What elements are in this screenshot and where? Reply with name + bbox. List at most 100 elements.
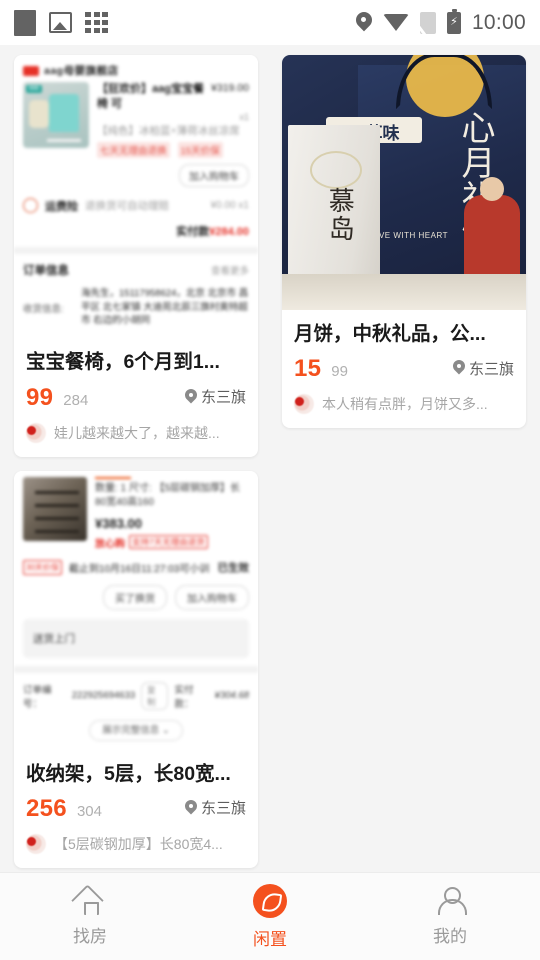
leaf-icon <box>253 883 287 918</box>
order-total-value: ¥284.00 <box>209 225 249 238</box>
order-number-row: 订单编号： 222925694633 复制 实付款： ¥304.68 <box>14 673 258 718</box>
home-icon <box>75 887 105 915</box>
bottom-tab-bar[interactable]: 找房 闲置 我的 <box>0 872 540 960</box>
avatar <box>26 833 46 854</box>
product-feed[interactable]: aag母婴旗舰店 666 ¥319.00 【狂欢价】aag宝宝餐椅 可 x1 【… <box>0 45 540 872</box>
freight-value: 退换货可自动理赔 <box>85 200 169 213</box>
order-product-sku: 【纯色】冰柏蓝+薄荷冰丝凉席 <box>97 124 240 137</box>
order-deadline-row: 30天价保 截止到10月16日11:27:03可小训 已生效 <box>23 550 249 579</box>
tab-label-find-house: 找房 <box>73 926 107 946</box>
freight-insurance-icon <box>23 198 38 214</box>
status-bar-right-icons: 10:00 <box>356 8 526 35</box>
wine-box-text: 慕岛 <box>325 187 356 243</box>
product-original-price: 304 <box>76 802 102 820</box>
product-price: 15 <box>294 355 322 383</box>
order-number-value: 222925694633 <box>71 690 136 702</box>
product-original-price: 284 <box>63 391 89 409</box>
tab-mine[interactable]: 我的 <box>360 886 540 947</box>
copy-button: 复制 <box>141 681 169 710</box>
product-location-text: 东三旗 <box>468 360 514 378</box>
product-location: 东三旗 <box>185 386 246 407</box>
location-pin-icon <box>185 389 197 405</box>
product-photo: 心月礼饼 EXPRESS LOVE WITH HEART 慕岛 <box>282 55 526 310</box>
order-screenshot-image: 数量: 1 尺寸: 【5层碳钢加厚】长80宽40高160 ¥383.00 放心购… <box>14 470 258 750</box>
status-bar: 10:00 <box>0 0 540 45</box>
product-price: 99 <box>26 383 54 411</box>
order-product-thumbnail <box>23 476 87 541</box>
product-location: 东三旗 <box>185 797 246 818</box>
wifi-icon <box>382 14 409 31</box>
order-product-thumbnail: 666 <box>23 82 89 148</box>
avatar <box>294 394 314 415</box>
product-description-row: 本人稍有点胖，月饼又多... <box>294 394 514 415</box>
add-to-cart-button: 加入购物车 <box>175 584 249 610</box>
order-product-title-bar <box>95 476 131 479</box>
location-pin-icon <box>185 800 197 816</box>
tab-label-mine: 我的 <box>433 926 467 946</box>
status-bar-left-icons <box>14 9 108 36</box>
product-title: 收纳架，5层，长80宽... <box>26 762 231 785</box>
avatar <box>26 422 46 443</box>
product-card-storage-rack[interactable]: 数量: 1 尺寸: 【5层碳钢加厚】长80宽40高160 ¥383.00 放心购… <box>14 470 258 868</box>
user-icon <box>435 886 467 915</box>
image-icon <box>49 12 72 33</box>
order-cart-row: 加入购物车 <box>23 158 249 189</box>
product-description-row: 【5层碳钢加厚】长80宽4... <box>26 833 246 854</box>
shop-badge-icon <box>23 65 39 76</box>
shop-name: aag母婴旗舰店 <box>44 65 119 77</box>
add-to-cart-button: 加入购物车 <box>179 163 249 187</box>
order-section-divider <box>14 246 258 254</box>
order-assurance-row: 放心购 支持7天无理由退货 <box>95 535 249 550</box>
order-screenshot-image: aag母婴旗舰店 666 ¥319.00 【狂欢价】aag宝宝餐椅 可 x1 【… <box>14 55 258 339</box>
square-icon <box>14 9 36 36</box>
product-description: 【5层碳钢加厚】长80宽4... <box>54 835 223 852</box>
grid-icon <box>85 12 108 33</box>
order-product-title: 数量: 1 尺寸: 【5层碳钢加厚】长80宽40高160 <box>95 482 241 508</box>
status-bar-clock: 10:00 <box>471 10 526 34</box>
order-status: 已生效 <box>217 561 250 574</box>
order-expand-row: 展示完整信息 ⌄ <box>14 718 258 750</box>
order-product-qty: x1 <box>239 111 249 122</box>
illustration-figure <box>464 177 520 285</box>
assurance-tag: 支持7天无理由退货 <box>129 535 208 550</box>
product-card-mooncake[interactable]: 心月礼饼 EXPRESS LOVE WITH HEART 慕岛 月饼，中秋礼品，… <box>282 55 526 429</box>
location-pin-icon <box>356 12 372 34</box>
product-title: 宝宝餐椅，6个月到1... <box>26 351 220 374</box>
thumb-chair-shape <box>49 94 79 132</box>
product-price: 256 <box>26 794 67 822</box>
service-tag-return: 七天无理由退换 <box>97 141 170 158</box>
order-info-more-link: 查看更多 <box>210 265 249 277</box>
sim-card-icon <box>419 11 436 34</box>
tab-find-house[interactable]: 找房 <box>0 887 180 947</box>
order-address-value: 海先生，15117958624，北京 北京市 昌平区 北七家镇 大迪苑北辰三旗村… <box>81 287 249 327</box>
location-pin-icon <box>453 360 465 376</box>
feed-column-left: aag母婴旗舰店 666 ¥319.00 【狂欢价】aag宝宝餐椅 可 x1 【… <box>14 55 258 882</box>
order-service-tags: 七天无理由退换 15天价保 <box>97 141 249 158</box>
product-description: 娃儿越来越大了，越来越... <box>54 424 220 441</box>
battery-charging-icon <box>446 8 461 34</box>
order-info-title: 订单信息 <box>23 264 69 277</box>
order-address-label: 收货信息: <box>23 303 64 315</box>
product-price-row: 256 304 东三旗 <box>26 795 246 823</box>
order-freight-row: 运费险 退换货可自动理赔 ¥0.00 x1 <box>23 189 249 218</box>
freight-price: ¥0.00 x1 <box>210 200 249 212</box>
feed-column-right: 心月礼饼 EXPRESS LOVE WITH HEART 慕岛 月饼，中秋礼品，… <box>282 55 526 442</box>
order-total-row: 实付款¥284.00 <box>23 218 249 247</box>
thumb-doll-shape <box>29 100 49 128</box>
freight-label: 运费险 <box>45 200 78 213</box>
order-paid-label: 实付款： <box>174 684 194 710</box>
tab-idle[interactable]: 闲置 <box>180 883 360 950</box>
order-total-label: 实付款 <box>176 225 210 238</box>
product-title: 月饼，中秋礼品，公... <box>294 323 486 345</box>
order-paid-value: ¥304.68 <box>214 690 250 702</box>
order-section-divider <box>14 665 258 673</box>
shop-row: aag母婴旗舰店 <box>23 63 249 82</box>
rebuy-button: 买了换货 <box>103 584 167 610</box>
product-description-row: 娃儿越来越大了，越来越... <box>26 422 246 443</box>
product-location-text: 东三旗 <box>200 389 246 407</box>
order-product-price: ¥383.00 <box>95 515 142 531</box>
product-card-baby-highchair[interactable]: aag母婴旗舰店 666 ¥319.00 【狂欢价】aag宝宝餐椅 可 x1 【… <box>14 55 258 457</box>
order-product-price: ¥319.00 <box>211 82 249 94</box>
order-action-buttons: 买了换货 加入购物车 <box>23 579 249 619</box>
thumb-tag: 666 <box>26 85 43 93</box>
